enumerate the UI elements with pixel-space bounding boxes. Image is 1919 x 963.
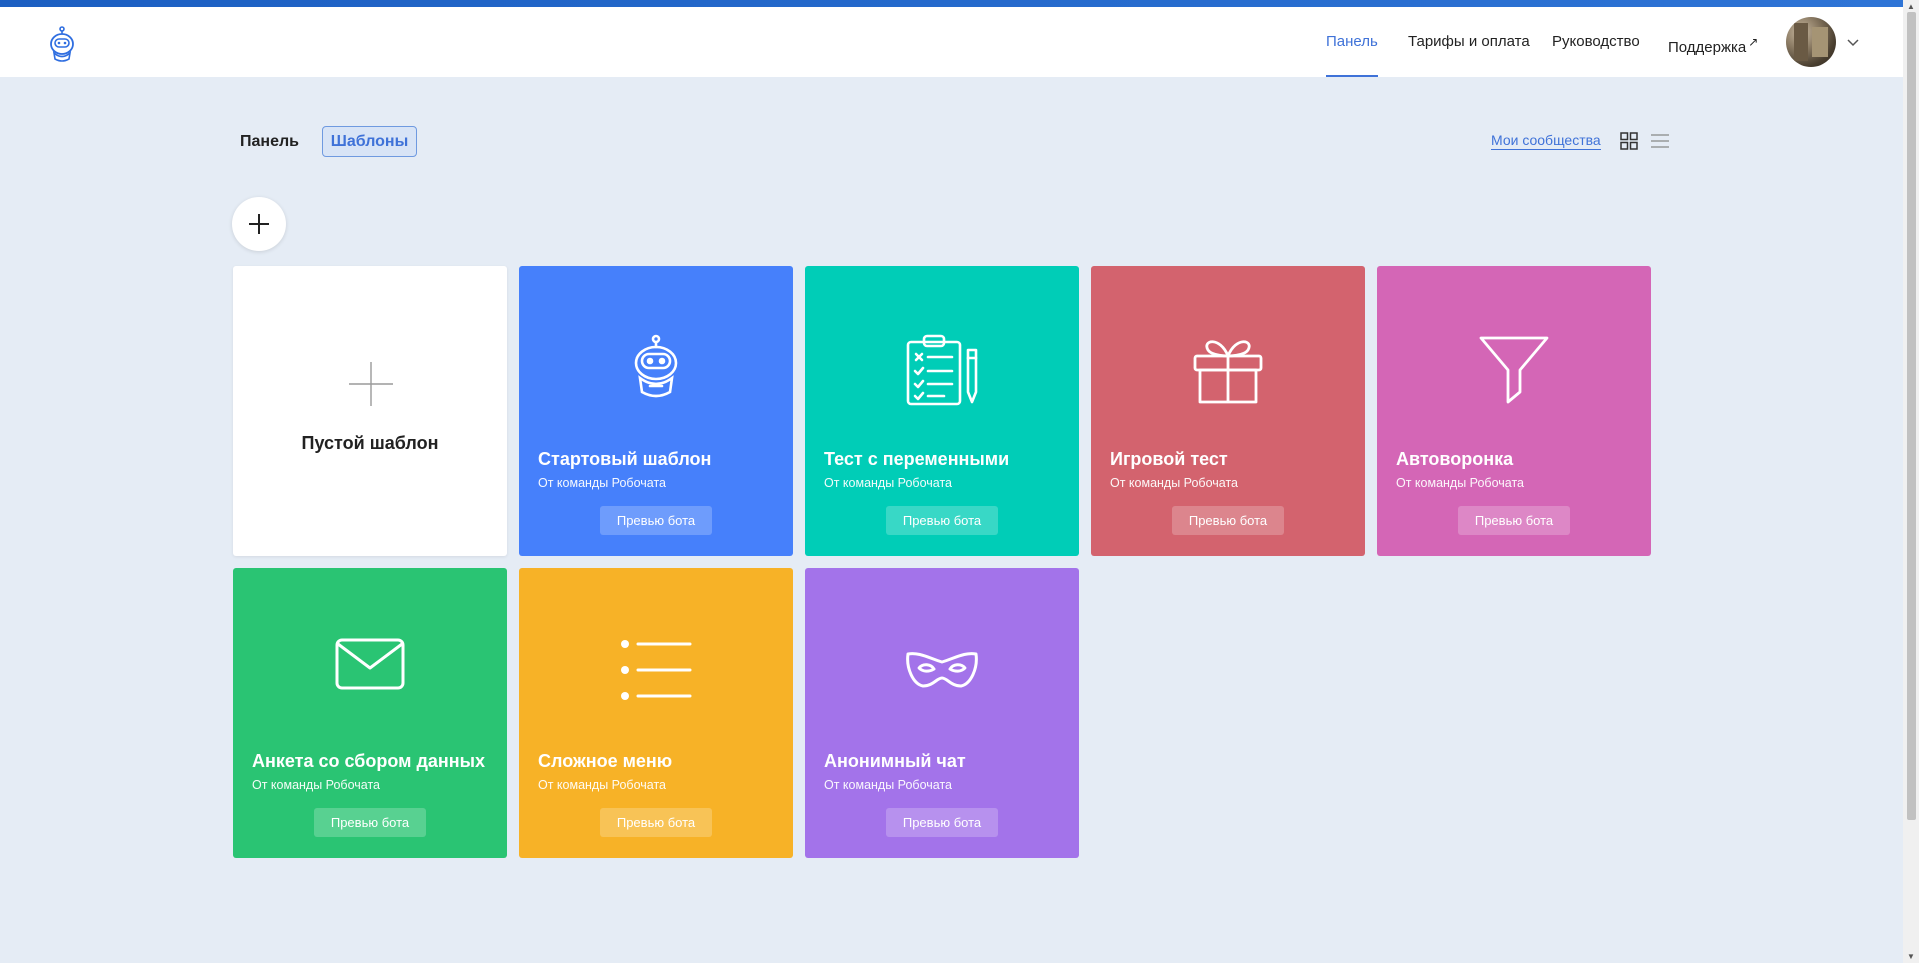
template-card-data-form[interactable]: Анкета со сбором данных От команды Робоч… [233,568,507,858]
empty-template-card[interactable]: Пустой шаблон [233,266,507,556]
header: Панель Тарифы и оплата Руководство Подде… [0,7,1903,77]
template-title: Сложное меню [538,751,673,771]
logo-robot-icon[interactable] [46,26,78,64]
preview-bot-button[interactable]: Превью бота [314,808,426,837]
nav-support-label: Поддержка [1668,39,1747,56]
template-title: Стартовый шаблон [538,449,712,469]
avatar[interactable] [1786,17,1836,67]
chevron-down-icon[interactable] [1843,32,1863,52]
template-card-autofunnel[interactable]: Автоворонка От команды Робочата Превью б… [1377,266,1651,556]
scroll-thumb[interactable] [1907,12,1916,820]
template-card-anonymous-chat[interactable]: Анонимный чат От команды Робочата Превью… [805,568,1079,858]
preview-bot-button[interactable]: Превью бота [886,808,998,837]
tab-templates[interactable]: Шаблоны [322,126,417,157]
arrow-up-right-icon: ↗ [1748,35,1759,49]
preview-bot-button[interactable]: Превью бота [600,808,712,837]
template-title: Игровой тест [1110,449,1228,469]
nav-guide[interactable]: Руководство [1552,7,1640,77]
preview-bot-button[interactable]: Превью бота [1172,506,1284,535]
list-view-icon[interactable] [1650,132,1670,150]
template-title: Анкета со сбором данных [252,751,486,771]
template-title: Автоворонка [1396,449,1514,469]
add-template-button[interactable] [232,197,286,251]
grid-view-icon[interactable] [1620,132,1638,150]
checklist-icon [906,334,978,406]
nav-support[interactable]: Поддержка ↗ [1668,7,1758,77]
my-communities-link[interactable]: Мои сообщества [1491,132,1601,150]
template-author: От команды Робочата [538,476,666,490]
gift-icon [1193,340,1263,404]
template-author: От команды Робочата [1110,476,1238,490]
envelope-icon [335,638,405,690]
template-author: От команды Робочата [824,476,952,490]
preview-bot-button[interactable]: Превью бота [1458,506,1570,535]
empty-template-title: Пустой шаблон [301,433,439,453]
template-author: От команды Робочата [1396,476,1524,490]
template-card-variables-test[interactable]: Тест с переменными От команды Робочата П… [805,266,1079,556]
robot-icon [634,334,678,398]
tab-panel[interactable]: Панель [240,133,299,151]
template-title: Анонимный чат [824,751,966,771]
template-card-complex-menu[interactable]: Сложное меню От команды Робочата Превью … [519,568,793,858]
template-card-game-test[interactable]: Игровой тест От команды Робочата Превью … [1091,266,1365,556]
template-author: От команды Робочата [538,778,666,792]
preview-bot-button[interactable]: Превью бота [600,506,712,535]
preview-bot-button[interactable]: Превью бота [886,506,998,535]
plus-icon [249,214,269,234]
scrollbar[interactable]: ▲ ▼ [1903,0,1919,963]
scroll-down-arrow-icon[interactable]: ▼ [1907,952,1915,961]
top-stripe [0,0,1903,7]
template-card-starter[interactable]: Стартовый шаблон От команды Робочата Пре… [519,266,793,556]
scroll-up-arrow-icon[interactable]: ▲ [1907,2,1915,11]
nav-panel[interactable]: Панель [1326,7,1378,77]
mask-icon [906,652,978,688]
funnel-icon [1479,336,1549,404]
template-author: От команды Робочата [252,778,380,792]
nav-tariffs[interactable]: Тарифы и оплата [1408,7,1530,77]
list-icon [621,640,692,700]
template-title: Тест с переменными [824,449,1010,469]
plus-icon [349,362,393,406]
template-author: От команды Робочата [824,778,952,792]
